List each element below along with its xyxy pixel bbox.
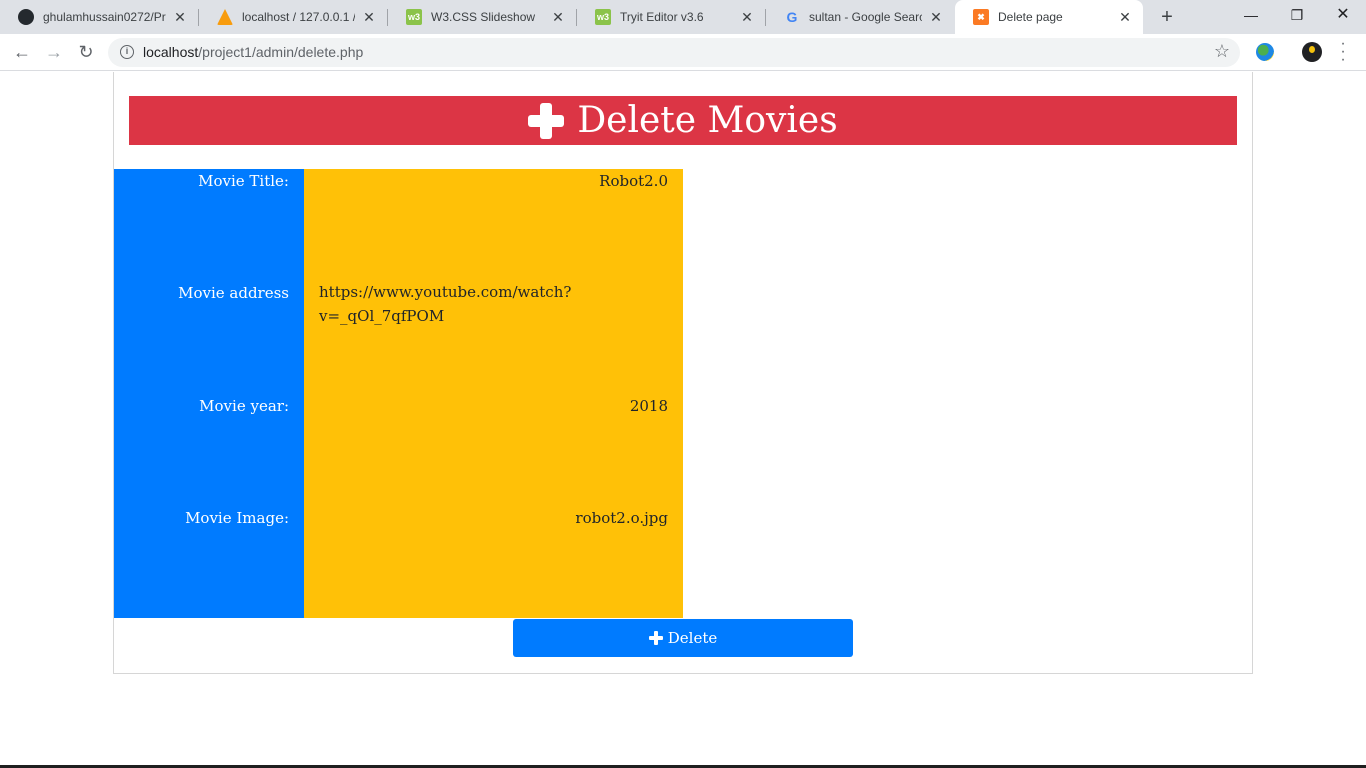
bookmark-star-icon[interactable]: ☆ [1214,41,1230,62]
tab-title: localhost / 127.0.0.1 / e [242,10,355,24]
close-icon[interactable]: ✕ [1117,9,1133,26]
menu-icon[interactable]: · · · [1338,36,1348,68]
address-bar[interactable]: i localhost/project1/admin/delete.php ☆ [108,38,1240,67]
w3schools-icon: w3 [595,9,611,25]
reload-button[interactable]: ↻ [72,38,100,66]
tab-google[interactable]: G sultan - Google Search ✕ [766,0,954,34]
page-title: Delete Movies [577,100,838,141]
close-icon[interactable]: ✕ [172,9,188,26]
movie-title-label: Movie Title: [198,172,289,190]
forward-button[interactable]: → [40,38,68,66]
tab-github[interactable]: ghulamhussain0272/Pr ✕ [0,0,198,34]
delete-button-label: Delete [667,629,718,647]
value-column: Robot2.0 https://www.youtube.com/watch?v… [304,169,683,618]
github-icon [18,9,34,25]
plus-icon [648,631,663,645]
tab-title: sultan - Google Search [809,10,922,24]
close-window-button[interactable]: ✕ [1320,0,1366,30]
url-path: /project1/admin/delete.php [198,44,364,60]
url-host: localhost [143,44,199,60]
delete-button[interactable]: Delete [513,619,853,657]
page-header: Delete Movies [129,96,1237,145]
close-icon[interactable]: ✕ [550,9,566,26]
close-icon[interactable]: ✕ [739,9,755,26]
xampp-icon: ✖ [973,9,989,25]
phpmyadmin-icon [217,9,233,25]
close-icon[interactable]: ✕ [928,9,944,26]
plus-icon [528,102,565,139]
tab-phpmyadmin[interactable]: localhost / 127.0.0.1 / e ✕ [199,0,387,34]
tab-tryit[interactable]: w3 Tryit Editor v3.6 ✕ [577,0,765,34]
tab-title: Tryit Editor v3.6 [620,10,704,24]
info-icon[interactable]: i [120,45,134,59]
movie-image-label: Movie Image: [185,509,289,527]
back-button[interactable]: ← [8,38,36,66]
new-tab-button[interactable]: + [1155,5,1179,29]
profile-avatar[interactable] [1302,42,1322,62]
url-text: localhost/project1/admin/delete.php [143,44,363,60]
tab-delete-page[interactable]: ✖ Delete page ✕ [955,0,1143,34]
w3schools-icon: w3 [406,9,422,25]
tab-strip: ghulamhussain0272/Pr ✕ localhost / 127.0… [0,0,1366,34]
tab-title: W3.CSS Slideshow [431,10,536,24]
tab-title: Delete page [998,10,1063,24]
browser-toolbar: ← → ↻ i localhost/project1/admin/delete.… [0,34,1366,71]
minimize-button[interactable]: — [1228,0,1274,30]
movie-year-value: 2018 [629,397,668,415]
movie-year-label: Movie year: [199,397,289,415]
close-icon[interactable]: ✕ [361,9,377,26]
google-icon: G [786,9,798,25]
extension-icon[interactable] [1256,43,1274,61]
movie-image-value: robot2.o.jpg [575,509,668,527]
label-column: Movie Title: Movie address Movie year: M… [114,169,304,618]
tab-title: ghulamhussain0272/Pr [43,10,166,24]
movie-title-value: Robot2.0 [599,172,668,190]
tab-w3css[interactable]: w3 W3.CSS Slideshow ✕ [388,0,576,34]
restore-button[interactable]: ❐ [1274,0,1320,30]
movie-address-label: Movie address [178,284,289,302]
movie-address-value: https://www.youtube.com/watch?v=_qOl_7qf… [319,283,572,325]
